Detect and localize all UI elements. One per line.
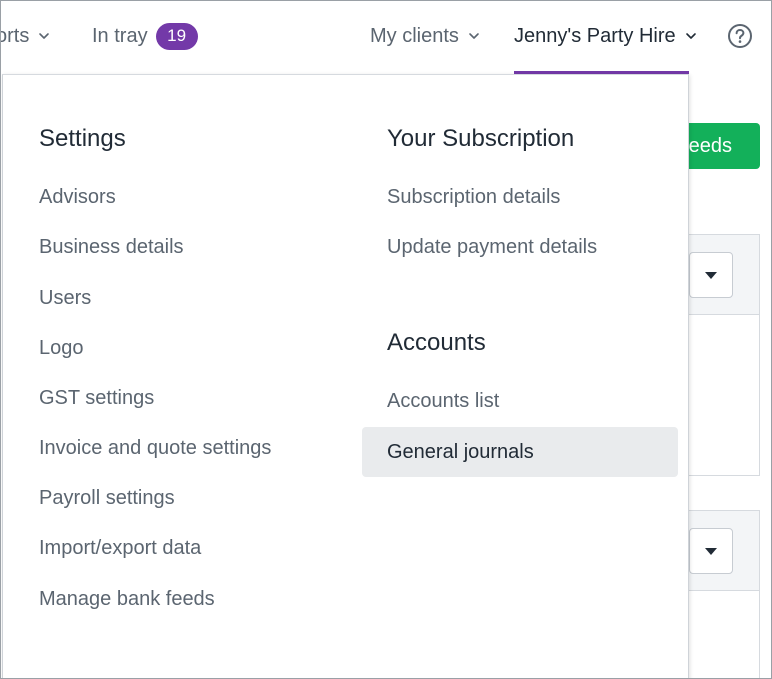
menu-item-update-payment-details[interactable]: Update payment details xyxy=(387,236,597,259)
bank-feeds-button-label: eeds xyxy=(688,134,732,157)
chevron-down-icon xyxy=(37,29,51,43)
bank-account-panel xyxy=(680,234,760,476)
menu-item-payroll-settings[interactable]: Payroll settings xyxy=(39,487,175,510)
menu-item-manage-bank-feeds[interactable]: Manage bank feeds xyxy=(39,588,215,611)
question-circle-icon xyxy=(728,24,752,48)
menu-item-invoice-quote-settings[interactable]: Invoice and quote settings xyxy=(39,437,271,460)
account-options-dropdown[interactable] xyxy=(689,528,733,574)
menu-item-gst-settings[interactable]: GST settings xyxy=(39,387,154,410)
caret-down-icon xyxy=(705,271,717,279)
subscription-heading: Your Subscription xyxy=(387,125,575,152)
bank-account-panel-header xyxy=(681,235,759,315)
chevron-down-icon xyxy=(684,29,698,43)
bank-account-panel-header xyxy=(681,511,759,591)
nav-my-clients-label: My clients xyxy=(370,24,459,47)
chevron-down-icon xyxy=(467,29,481,43)
menu-item-logo[interactable]: Logo xyxy=(39,337,84,360)
caret-down-icon xyxy=(705,547,717,555)
top-navigation-bar: orts In tray 19 My clients Jenny's Party… xyxy=(0,0,772,75)
menu-item-business-details[interactable]: Business details xyxy=(39,236,184,259)
nav-my-clients[interactable]: My clients xyxy=(370,22,481,50)
organisation-dropdown-menu: Settings Advisors Business details Users… xyxy=(2,74,689,679)
account-options-dropdown[interactable] xyxy=(689,252,733,298)
in-tray-count-badge: 19 xyxy=(155,22,198,50)
nav-in-tray-label: In tray xyxy=(92,24,148,47)
menu-item-import-export-data[interactable]: Import/export data xyxy=(39,537,201,560)
menu-item-advisors[interactable]: Advisors xyxy=(39,186,116,209)
accounts-heading: Accounts xyxy=(387,329,486,356)
nav-in-tray[interactable]: In tray 19 xyxy=(92,22,198,50)
nav-reports-label: orts xyxy=(0,24,30,47)
menu-item-subscription-details[interactable]: Subscription details xyxy=(387,186,560,209)
nav-reports[interactable]: orts xyxy=(0,22,51,50)
bank-account-panel xyxy=(680,510,760,679)
settings-heading: Settings xyxy=(39,125,126,152)
nav-organisation-label: Jenny's Party Hire xyxy=(514,24,676,47)
menu-item-general-journals[interactable]: General journals xyxy=(362,427,678,477)
help-button[interactable] xyxy=(727,23,753,49)
menu-item-accounts-list[interactable]: Accounts list xyxy=(387,390,499,413)
menu-item-users[interactable]: Users xyxy=(39,287,91,310)
nav-organisation-menu[interactable]: Jenny's Party Hire xyxy=(514,22,698,50)
